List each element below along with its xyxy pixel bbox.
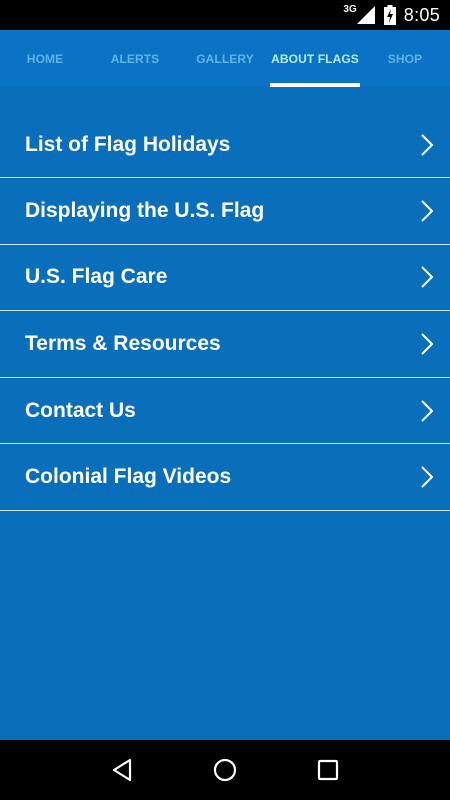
- chevron-right-icon: [421, 200, 434, 222]
- home-button[interactable]: [210, 755, 240, 785]
- tab-alerts[interactable]: ALERTS: [90, 30, 180, 87]
- home-icon: [213, 758, 237, 782]
- network-type: 3G: [343, 3, 357, 15]
- back-button[interactable]: [107, 755, 137, 785]
- chevron-right-icon: [421, 466, 434, 488]
- recents-icon: [318, 759, 339, 781]
- menu-item-label: Displaying the U.S. Flag: [25, 198, 265, 222]
- recents-button[interactable]: [313, 755, 343, 785]
- menu-item-colonial-flag-videos[interactable]: Colonial Flag Videos: [0, 444, 450, 511]
- menu-item-terms-resources[interactable]: Terms & Resources: [0, 311, 450, 378]
- navigation-bar: [0, 740, 450, 800]
- menu-item-label: Contact Us: [25, 398, 136, 422]
- tab-home[interactable]: HOME: [0, 30, 90, 87]
- menu-item-displaying-flag[interactable]: Displaying the U.S. Flag: [0, 178, 450, 245]
- chevron-right-icon: [421, 266, 434, 289]
- menu-item-flag-care[interactable]: U.S. Flag Care: [0, 245, 450, 312]
- signal-icon: [356, 6, 375, 24]
- chevron-right-icon: [421, 399, 434, 422]
- about-flags-menu: List of Flag Holidays Displaying the U.S…: [0, 112, 450, 511]
- status-bar: 3G 8:05: [0, 0, 450, 30]
- chevron-right-icon: [421, 333, 434, 355]
- menu-item-contact-us[interactable]: Contact Us: [0, 378, 450, 445]
- menu-item-label: U.S. Flag Care: [25, 265, 168, 289]
- back-icon: [112, 758, 131, 782]
- tab-gallery[interactable]: GALLERY: [180, 30, 270, 87]
- tab-bar: HOME ALERTS GALLERY ABOUT FLAGS SHOP: [0, 30, 450, 87]
- tab-shop[interactable]: SHOP: [360, 30, 450, 87]
- clock: 8:05: [403, 4, 440, 25]
- menu-item-label: List of Flag Holidays: [25, 132, 231, 156]
- chevron-right-icon: [421, 133, 434, 156]
- battery-charging-icon: [383, 5, 396, 25]
- menu-item-flag-holidays[interactable]: List of Flag Holidays: [0, 112, 450, 178]
- menu-item-label: Terms & Resources: [25, 331, 221, 355]
- menu-item-label: Colonial Flag Videos: [25, 465, 232, 489]
- tab-about-flags[interactable]: ABOUT FLAGS: [270, 30, 360, 87]
